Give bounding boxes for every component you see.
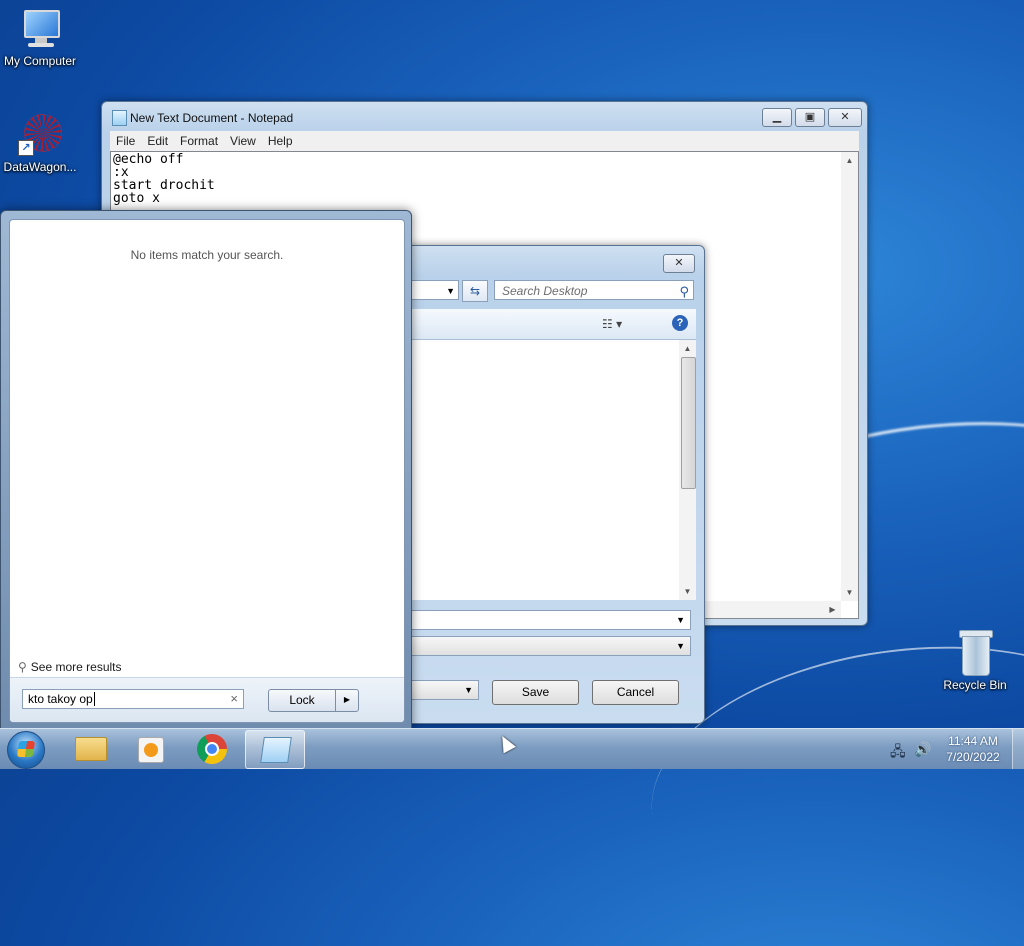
address-dropdown[interactable]: ▼ — [411, 280, 459, 300]
no-results-message: No items match your search. — [130, 248, 284, 262]
vertical-scrollbar[interactable]: ▲ ▼ — [679, 340, 696, 600]
search-text: kto takoy op — [28, 692, 93, 706]
scroll-down-icon[interactable]: ▼ — [679, 583, 696, 600]
taskbar-explorer[interactable] — [60, 730, 118, 767]
taskbar-chrome[interactable] — [182, 730, 240, 767]
menu-help[interactable]: Help — [262, 131, 299, 151]
desktop-icon-my-computer[interactable]: My Computer — [0, 8, 80, 68]
notepad-titlebar[interactable]: New Text Document - Notepad ▁ ▣ ✕ — [102, 102, 867, 132]
desktop-icon-label: DataWagon... — [3, 160, 77, 174]
chrome-icon — [197, 734, 227, 764]
encoding-combo[interactable]: ▼ — [409, 680, 479, 700]
network-icon[interactable]: 🖧 — [890, 741, 906, 765]
computer-icon — [18, 8, 62, 52]
view-options-icon[interactable]: ☷ ▾ — [602, 317, 622, 331]
notepad-menubar: File Edit Format View Help — [110, 131, 859, 151]
help-icon[interactable]: ? — [672, 315, 688, 331]
start-search-input[interactable]: kto takoy op × — [22, 689, 244, 709]
see-more-label: See more results — [30, 660, 122, 674]
menu-edit[interactable]: Edit — [141, 131, 174, 151]
start-menu-panel: No items match your search. ⚲ See more re… — [9, 219, 405, 723]
refresh-icon[interactable]: ⇆ — [462, 280, 488, 302]
scroll-right-icon[interactable]: ▶ — [824, 601, 841, 618]
search-input[interactable]: Search Desktop ⚲ — [494, 280, 694, 300]
scrollbar-thumb[interactable] — [681, 357, 696, 489]
notepad-icon — [260, 737, 292, 763]
close-button[interactable]: ✕ — [828, 108, 862, 127]
search-icon: ⚲ — [679, 284, 689, 299]
lock-button[interactable]: Lock — [268, 689, 336, 712]
media-player-icon — [138, 737, 164, 763]
scroll-up-icon[interactable]: ▲ — [679, 340, 696, 357]
scroll-up-icon[interactable]: ▲ — [841, 152, 858, 169]
clock-time: 11:44 AM — [948, 734, 998, 748]
notepad-icon — [112, 110, 127, 126]
save-button[interactable]: Save — [492, 680, 579, 705]
notepad-content[interactable]: @echo off :x start drochit goto x — [111, 152, 858, 206]
clock-date: 7/20/2022 — [946, 750, 1000, 764]
taskbar-media-player[interactable] — [120, 730, 178, 767]
datawagon-icon: ↗ — [18, 114, 62, 158]
start-menu-search-area: kto takoy op × Lock ▶ — [10, 677, 404, 722]
menu-view[interactable]: View — [224, 131, 262, 151]
menu-format[interactable]: Format — [174, 131, 224, 151]
clock[interactable]: 11:44 AM 7/20/2022 — [940, 733, 1006, 765]
save-as-type-combo[interactable]: ▼ — [409, 636, 691, 656]
windows-logo-icon — [16, 741, 36, 757]
minimize-button[interactable]: ▁ — [762, 108, 792, 127]
filename-combo[interactable]: ▼ — [409, 610, 691, 630]
start-button[interactable] — [7, 731, 45, 769]
dialog-close-button[interactable]: ✕ — [663, 254, 695, 273]
menu-file[interactable]: File — [110, 131, 141, 151]
search-placeholder: Search Desktop — [502, 284, 588, 298]
clear-search-icon[interactable]: × — [230, 690, 238, 708]
search-icon: ⚲ — [18, 660, 27, 674]
cancel-button[interactable]: Cancel — [592, 680, 679, 705]
show-desktop-button[interactable] — [1012, 729, 1024, 769]
shortcut-arrow-icon: ↗ — [18, 140, 34, 156]
desktop-icon-label: Recycle Bin — [943, 678, 1007, 692]
desktop-icon-label: My Computer — [3, 54, 77, 68]
vertical-scrollbar[interactable]: ▲ ▼ — [841, 152, 858, 601]
folder-icon — [75, 737, 107, 761]
taskbar-notepad[interactable] — [245, 730, 305, 769]
window-title: New Text Document - Notepad — [130, 111, 294, 125]
volume-icon[interactable]: 🔊 — [914, 741, 931, 758]
maximize-button[interactable]: ▣ — [795, 108, 825, 127]
scroll-down-icon[interactable]: ▼ — [841, 584, 858, 601]
desktop-icon-recycle-bin[interactable]: Recycle Bin — [935, 630, 1015, 692]
power-options-arrow-icon[interactable]: ▶ — [335, 689, 359, 712]
start-menu[interactable]: No items match your search. ⚲ See more re… — [0, 210, 412, 730]
recycle-bin-icon — [955, 630, 995, 676]
desktop-icon-datawagon[interactable]: ↗ DataWagon... — [0, 114, 80, 174]
see-more-results-link[interactable]: ⚲ See more results — [18, 660, 122, 674]
